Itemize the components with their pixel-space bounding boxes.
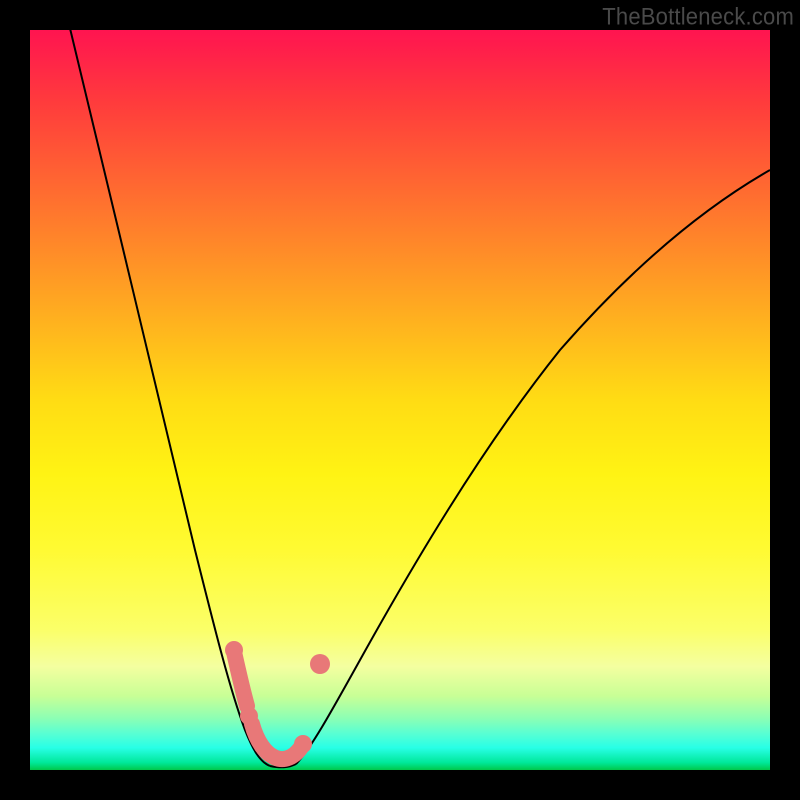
bead-left-stroke [234, 652, 247, 706]
bead-dot-1 [225, 641, 243, 659]
bead-dot-3 [310, 654, 330, 674]
bead-dot-4 [294, 735, 312, 753]
chart-frame: TheBottleneck.com [0, 0, 800, 800]
plot-area [30, 30, 770, 770]
curve-right [296, 170, 770, 764]
curve-svg [30, 30, 770, 770]
watermark-text: TheBottleneck.com [602, 3, 794, 32]
bead-dot-2 [240, 707, 258, 725]
